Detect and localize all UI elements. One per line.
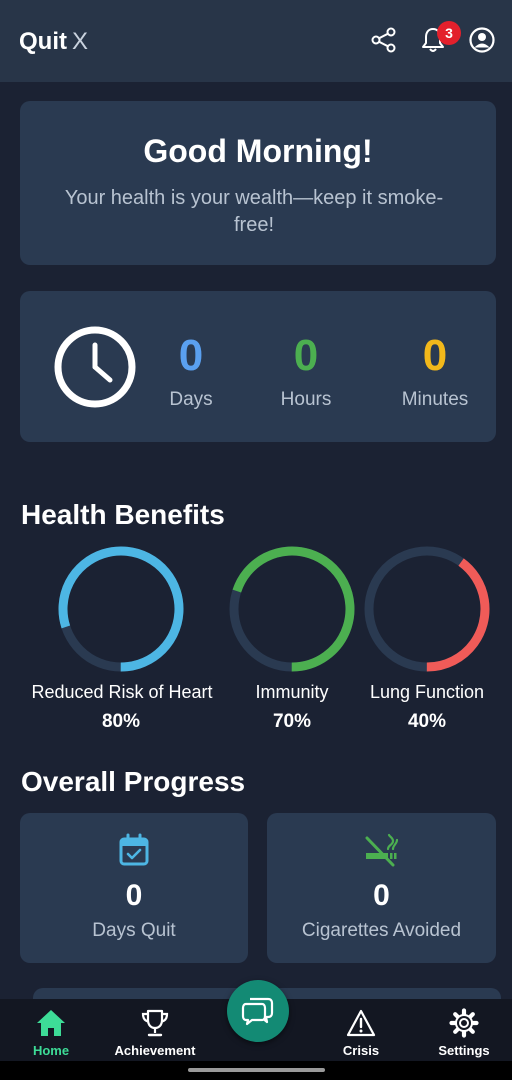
nav-settings[interactable]: Settings [416,999,512,1061]
immunity-percent: 70% [272,711,312,732]
chat-fab-button[interactable] [227,980,289,1042]
lung-function-percent: 40% [407,711,447,732]
immunity-label: Immunity [255,682,329,702]
home-icon [37,1010,65,1036]
days-quit-label: Days Quit [92,920,176,941]
notification-badge: 3 [437,21,461,45]
account-icon[interactable] [468,26,496,54]
ring-progress-arc [229,546,355,672]
app-title-text: Quit [19,28,67,55]
lung-function-progress-ring [364,546,490,672]
nav-achievement[interactable]: Achievement [107,999,203,1061]
heart-risk-percent: 80% [101,711,141,732]
trophy-icon [141,1009,169,1037]
calendar-check-icon [119,833,149,866]
home-indicator[interactable] [188,1068,325,1072]
nav-home-label: Home [32,1043,70,1058]
nav-crisis[interactable]: Crisis [313,999,409,1061]
greeting-card: Good Morning! Your health is your wealth… [20,101,496,265]
cigarettes-avoided-card: 0 Cigarettes Avoided [267,813,496,963]
timer-minutes-value: 0 [422,331,448,380]
timer-days-value: 0 [178,331,204,380]
health-benefits-title: Health Benefits [21,499,225,530]
heart-risk-progress-ring [58,546,184,672]
overall-progress-title: Overall Progress [21,766,246,797]
warning-icon [346,1009,376,1037]
gear-icon [449,1008,479,1038]
greeting-title: Good Morning! [143,133,373,169]
clock-icon [54,326,136,408]
nav-crisis-label: Crisis [342,1043,380,1058]
timer-minutes-label: Minutes [401,389,469,410]
ring-progress-arc [364,546,490,672]
no-smoking-icon [365,833,398,867]
nav-achievement-label: Achievement [114,1043,196,1058]
quit-timer-card: 0 Days 0 Hours 0 Minutes [20,291,496,442]
timer-hours-value: 0 [293,331,319,380]
timer-days-label: Days [169,389,213,410]
heart-risk-label: Reduced Risk of Heart [31,682,213,702]
app-title-suffix: X [72,28,89,55]
nav-home[interactable]: Home [3,999,99,1061]
cigarettes-avoided-label: Cigarettes Avoided [301,920,462,941]
lung-function-label: Lung Function [369,682,485,702]
share-icon[interactable] [370,26,398,54]
cigarettes-avoided-value: 0 [373,879,390,912]
app-title: Quit X [19,28,88,56]
immunity-progress-ring [229,546,355,672]
chat-icon [241,997,274,1026]
ring-progress-arc [58,546,184,672]
days-quit-card: 0 Days Quit [20,813,248,963]
days-quit-value: 0 [125,879,143,912]
nav-settings-label: Settings [438,1043,490,1058]
app-header: Quit X 3 [0,0,512,82]
greeting-subtitle: Your health is your wealth—keep it smoke… [64,187,444,236]
timer-hours-label: Hours [280,389,332,410]
